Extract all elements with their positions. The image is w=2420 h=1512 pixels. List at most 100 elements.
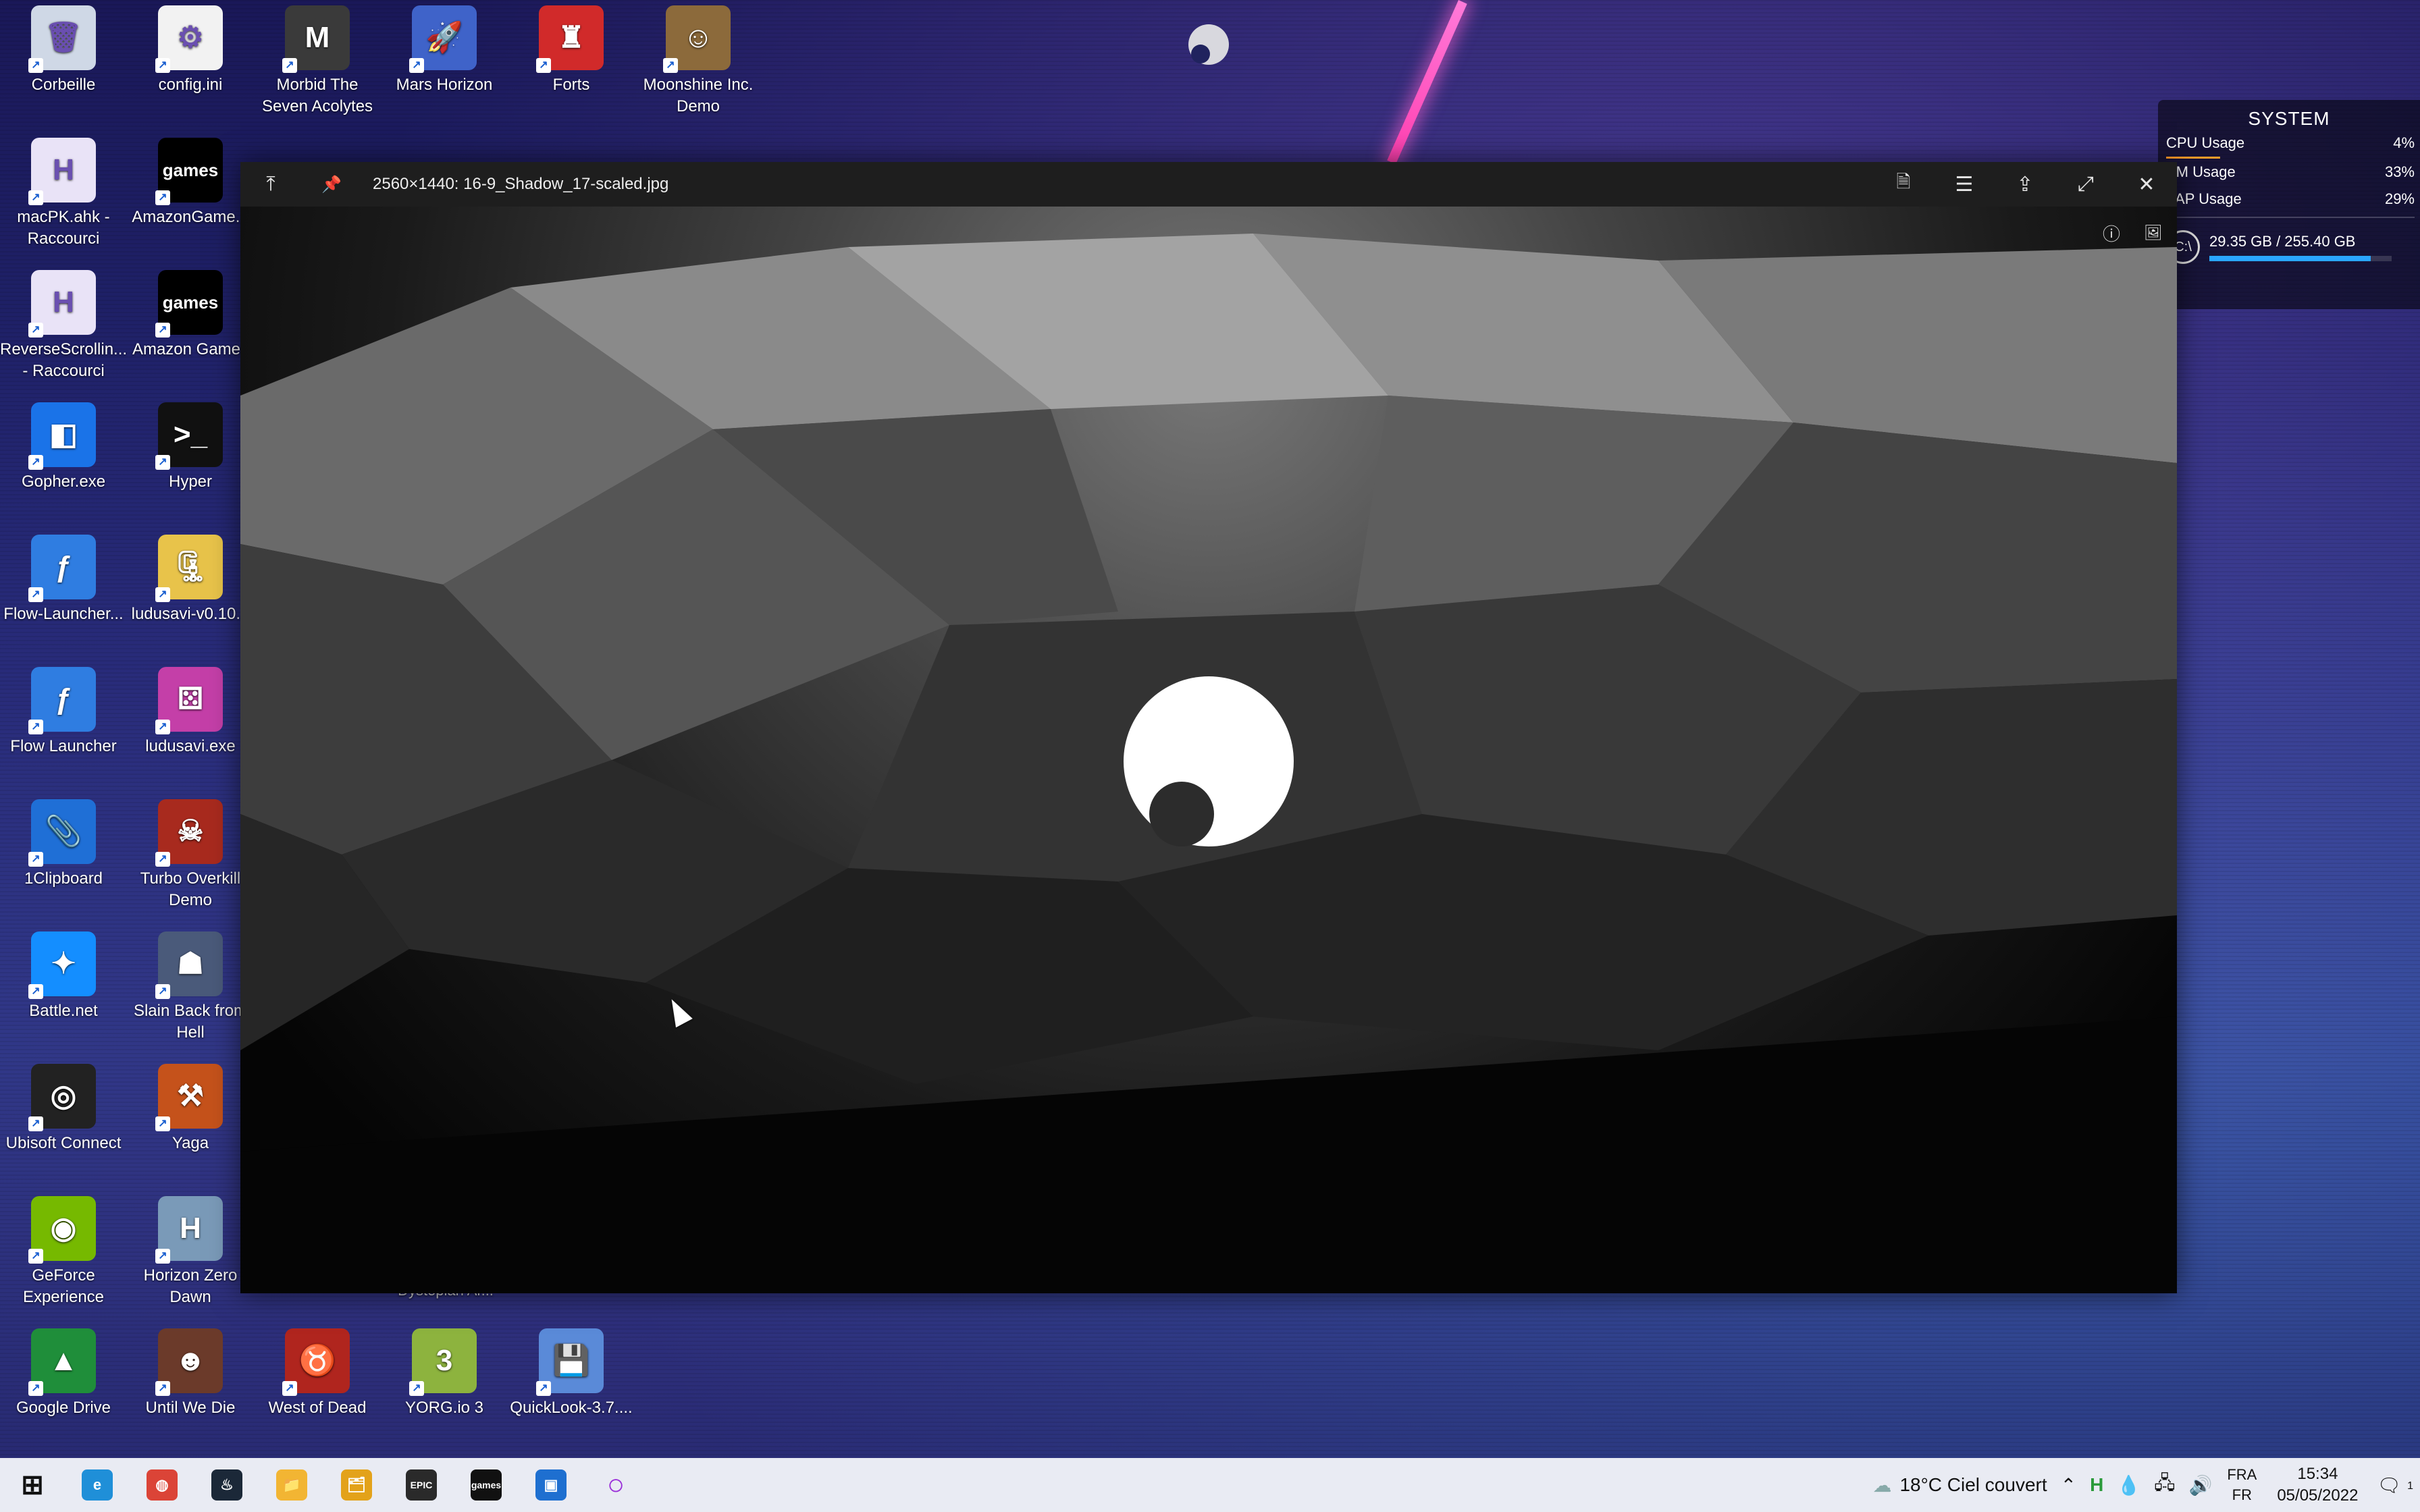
desktop-icon[interactable]: ▲ Google Drive <box>0 1328 127 1419</box>
desktop-icon[interactable]: ☗Slain Back from Hell <box>127 932 254 1044</box>
app-icon: 💾 <box>536 1328 604 1396</box>
desktop-icon[interactable]: ♉ West of Dead <box>254 1328 381 1419</box>
desktop-icon[interactable]: MMorbid The Seven Acolytes <box>254 5 381 117</box>
network-icon[interactable]: 🖧 <box>2147 1469 2182 1501</box>
hwinfo-icon[interactable]: H <box>2083 1474 2110 1496</box>
epic-icon: EPIC <box>406 1469 437 1501</box>
desktop-icon[interactable]: ◧ Gopher.exe <box>0 402 127 493</box>
taskbar-explorer-a-icon[interactable]: 📁 <box>259 1458 324 1512</box>
taskbar-circle-app-icon[interactable]: ○ <box>583 1458 648 1512</box>
desktop-icon-label: Mars Horizon <box>396 76 493 94</box>
taskbar-edge-icon[interactable]: e <box>65 1458 130 1512</box>
taskbar-explorer-b-icon[interactable]: 🗂 <box>324 1458 389 1512</box>
app-icon: >_ <box>155 402 223 470</box>
desktop-icon[interactable]: ☻ Until We Die <box>127 1328 254 1419</box>
desktop-icon-label: Google Drive <box>16 1399 111 1417</box>
desktop-icon[interactable]: 🗜 ludusavi-v0.10... <box>127 535 254 625</box>
disk-usage-text: 29.35 GB / 255.40 GB <box>2209 233 2356 250</box>
desktop-icon[interactable]: 🚀 Mars Horizon <box>381 5 508 96</box>
close-icon[interactable]: ✕ <box>2116 162 2177 207</box>
app-icon: 🚀 <box>409 5 477 73</box>
desktop-icon[interactable]: ⚒ Yaga <box>127 1064 254 1154</box>
desktop-icon[interactable]: ✦ Battle.net <box>0 932 127 1022</box>
pin-icon[interactable]: 📌 <box>301 162 362 207</box>
disk-usage-track <box>2209 256 2392 261</box>
desktop-icon[interactable]: 3 YORG.io 3 <box>381 1328 508 1419</box>
swap-usage-value: 29% <box>2384 190 2415 207</box>
droplet-icon[interactable]: 💧 <box>2110 1474 2147 1496</box>
system-monitor-widget: SYSTEM CPU Usage 4% AM Usage 33% VAP Usa… <box>2158 100 2420 309</box>
weather-text: 18°C Ciel couvert <box>1899 1474 2047 1495</box>
desktop-icon-label: Flow-Launcher... <box>3 605 124 623</box>
app-icon: ◎ <box>28 1064 96 1131</box>
sysmon-title: SYSTEM <box>2248 108 2330 129</box>
app-icon: H <box>28 138 96 205</box>
desktop-icon[interactable]: ƒ Flow Launcher <box>0 667 127 757</box>
desktop-icon-label: Morbid The Seven Acolytes <box>261 76 373 115</box>
taskbar-amazon-games-icon[interactable]: games <box>454 1458 519 1512</box>
desktop-icon[interactable]: ƒ Flow-Launcher... <box>0 535 127 625</box>
desktop-icon-label: Yaga <box>172 1134 209 1152</box>
info-icon[interactable]: ⓘ <box>2095 216 2128 250</box>
desktop-icon[interactable]: games Amazon Games <box>127 270 254 360</box>
language-bottom: FR <box>2232 1486 2252 1503</box>
wallpaper-icon[interactable]: 🖼 <box>2136 216 2170 250</box>
desktop-icon[interactable]: ☠Turbo Overkill Demo <box>127 799 254 911</box>
app-icon: ♉ <box>282 1328 350 1396</box>
clock[interactable]: 15:34 05/05/2022 <box>2265 1463 2370 1507</box>
ram-usage-value: 33% <box>2384 163 2415 180</box>
desktop-icon-label: ludusavi.exe <box>145 737 236 755</box>
desktop-icon[interactable]: HReverseScrollin... - Raccourci <box>0 270 127 382</box>
desktop-icon[interactable]: 🗑 Corbeille <box>0 5 127 96</box>
desktop-icon[interactable]: ♜ Forts <box>508 5 635 96</box>
quicklook-titlebar[interactable]: ⤒ 📌 2560×1440: 16-9_Shadow_17-scaled.jpg… <box>240 162 2177 207</box>
desktop-icon[interactable]: ☺Moonshine Inc. Demo <box>635 5 762 117</box>
desktop-icon[interactable]: ◉GeForce Experience <box>0 1196 127 1308</box>
desktop-icon[interactable]: HmacPK.ahk - Raccourci <box>0 138 127 250</box>
weather-widget[interactable]: ☁ 18°C Ciel couvert <box>1866 1474 2053 1496</box>
desktop-icon[interactable]: ⚙ config.ini <box>127 5 254 96</box>
desktop-icon[interactable]: games AmazonGame... <box>127 138 254 228</box>
desktop-icon-label: QuickLook-3.7.... <box>510 1399 633 1417</box>
app-icon: ♜ <box>536 5 604 73</box>
desktop-icon-label: West of Dead <box>268 1399 367 1417</box>
desktop-icon-label: Battle.net <box>29 1002 98 1020</box>
taskbar-epic-icon[interactable]: EPIC <box>389 1458 454 1512</box>
desktop-icon-label: Slain Back from Hell <box>133 1002 248 1042</box>
desktop-icon[interactable]: ◎ Ubisoft Connect <box>0 1064 127 1154</box>
app-icon: ☻ <box>155 1328 223 1396</box>
app-icon: 🗜 <box>155 535 223 602</box>
system-tray: ☁ 18°C Ciel couvert ⌃ H 💧 🖧 🔊 FRA FR 15:… <box>1866 1458 2420 1512</box>
desktop-icon-label: Corbeille <box>31 76 96 94</box>
taskbar-app-blue-icon[interactable]: ▣ <box>519 1458 583 1512</box>
list-icon[interactable]: ☰ <box>1934 162 1995 207</box>
language-indicator[interactable]: FRA FR <box>2219 1465 2265 1505</box>
desktop-icon[interactable]: ⚄ ludusavi.exe <box>127 667 254 757</box>
volume-icon[interactable]: 🔊 <box>2182 1474 2219 1496</box>
tray-overflow-icon[interactable]: ⌃ <box>2054 1474 2083 1496</box>
taskbar-chrome-icon[interactable]: ◍ <box>130 1458 194 1512</box>
notification-count: 1 <box>2407 1480 2413 1492</box>
desktop-icon[interactable]: >_ Hyper <box>127 402 254 493</box>
keep-on-top-icon[interactable]: ⤒ <box>240 162 301 207</box>
notification-center-icon[interactable]: 🗨 1 <box>2370 1474 2420 1496</box>
taskbar-start-icon[interactable]: ⊞ <box>0 1458 65 1512</box>
share-icon[interactable]: ⇪ <box>1995 162 2055 207</box>
desktop-icon[interactable]: HHorizon Zero Dawn <box>127 1196 254 1308</box>
desktop-icon-label: ReverseScrollin... - Raccourci <box>0 340 128 380</box>
desktop-icon[interactable]: 💾 QuickLook-3.7.... <box>508 1328 635 1419</box>
desktop-icon[interactable]: 📎 1Clipboard <box>0 799 127 890</box>
fullscreen-icon[interactable]: ⤢ <box>2055 162 2116 207</box>
app-icon: ☺ <box>663 5 731 73</box>
cpu-usage-value: 4% <box>2393 134 2415 151</box>
image-preview: ⓘ 🖼 <box>240 207 2177 1293</box>
desktop-icon-label: Flow Launcher <box>10 737 117 755</box>
app-icon: ƒ <box>28 535 96 602</box>
explorer-a-icon: 📁 <box>276 1469 307 1501</box>
taskbar: ⊞ e ◍ ♨ 📁 🗂 EPIC games ▣ ○ ☁ 18°C Ciel couvert ⌃ … <box>0 1458 2420 1512</box>
taskbar-steam-icon[interactable]: ♨ <box>194 1458 259 1512</box>
app-icon: M <box>282 5 350 73</box>
disk-usage-fill <box>2209 256 2371 261</box>
open-with-icon[interactable]: 🗎 <box>1873 162 1934 207</box>
app-icon: ⚙ <box>155 5 223 73</box>
